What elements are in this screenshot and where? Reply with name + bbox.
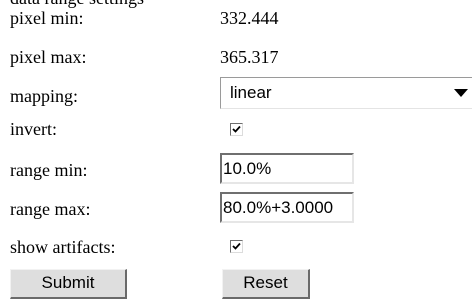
checkmark-icon — [232, 242, 241, 250]
mapping-select[interactable]: linear — [220, 77, 472, 109]
mapping-label: mapping: — [10, 86, 78, 106]
pixel-max-value: 365.317 — [220, 47, 279, 67]
mapping-selected-value: linear — [230, 83, 272, 102]
reset-button[interactable]: Reset — [222, 269, 310, 299]
pixel-max-label: pixel max: — [10, 47, 87, 67]
range-max-label: range max: — [10, 199, 91, 219]
range-max-input[interactable] — [223, 197, 352, 219]
range-min-input[interactable] — [223, 158, 352, 180]
range-min-field[interactable] — [220, 153, 354, 184]
invert-label: invert: — [10, 119, 57, 139]
range-min-label: range min: — [10, 160, 88, 180]
show-artifacts-checkbox[interactable] — [230, 240, 243, 253]
pixel-min-value: 332.444 — [220, 8, 279, 28]
pixel-min-label: pixel min: — [10, 8, 84, 28]
show-artifacts-label: show artifacts: — [10, 237, 116, 257]
submit-button[interactable]: Submit — [10, 269, 127, 299]
checkmark-icon — [232, 125, 241, 133]
invert-checkbox[interactable] — [230, 123, 243, 136]
range-max-field[interactable] — [220, 192, 354, 223]
chevron-down-icon[interactable] — [454, 89, 468, 97]
